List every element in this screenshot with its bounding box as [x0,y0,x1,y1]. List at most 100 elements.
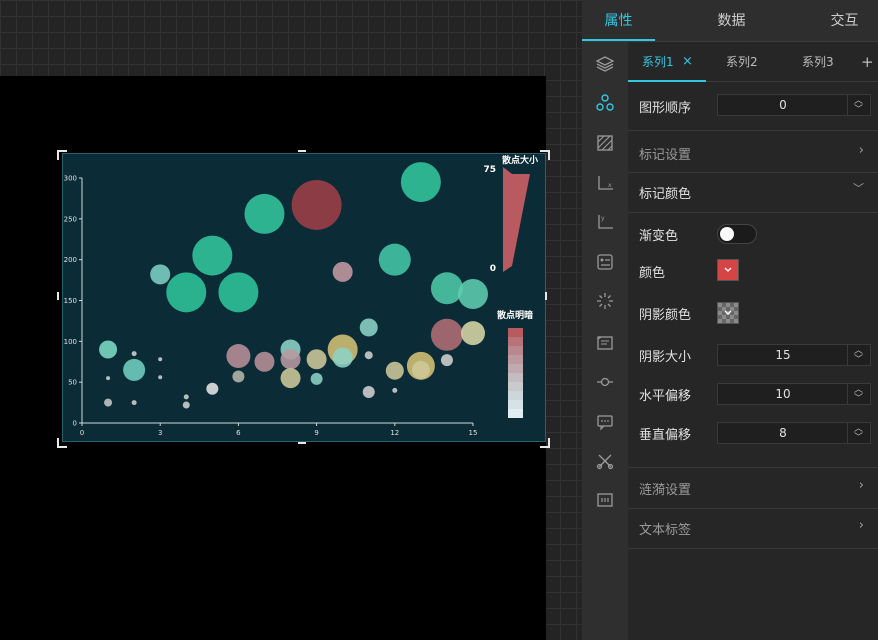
y-tick-label: 0 [73,420,77,428]
size-legend-min: 0 [490,264,496,274]
scatter-point [182,401,190,409]
scatter-icon[interactable] [595,93,615,113]
scatter-point [150,264,171,285]
x-tick-label: 0 [80,429,84,437]
v-offset-value: 8 [779,426,787,440]
shade-legend-scale[interactable] [508,328,523,418]
tab-data[interactable]: 数据 [695,0,768,42]
mark-color-section[interactable]: 标记颜色 [639,183,691,202]
scatter-point [392,387,398,393]
scatter-point [458,278,488,309]
scatter-point [158,357,163,362]
divider [628,467,878,468]
bubble-chart: 0 3 6 9 12 15050100150200250300 散点大小 75 0 散点明… [64,154,538,437]
scatter-point [359,318,378,337]
chevron-right-icon[interactable]: › [859,478,864,493]
order-label: 图形顺序 [639,101,692,116]
scatter-point [218,272,259,313]
chevron-right-icon[interactable]: › [859,518,864,533]
y-tick-label: 150 [64,297,77,305]
slider-icon[interactable] [595,372,615,392]
scatter-point [232,370,245,383]
scatter-point [291,179,342,230]
scatter-point [306,349,327,370]
scatter-point [226,344,251,369]
shade-legend-step [508,355,523,364]
resize-handle-right[interactable] [545,292,547,300]
divider [628,548,878,549]
size-legend-wedge[interactable] [503,167,530,272]
scatter-point [254,351,275,372]
mark-settings-section[interactable]: 标记设置 [639,144,691,163]
divider [628,130,878,131]
h-offset-stepper[interactable]: ︿ ﹀ [847,384,870,404]
scatter-point [280,368,301,389]
scatter-point [280,349,301,370]
order-stepper[interactable]: ︿ ﹀ [847,95,870,115]
scatter-point [378,243,411,276]
tab-properties[interactable]: 属性 [582,0,655,42]
h-offset-input[interactable]: 10 ︿ ﹀ [717,383,871,405]
order-input[interactable]: 0 ︿ ﹀ [717,94,871,116]
scatter-point [364,351,373,360]
gradient-label: 渐变色 [639,229,679,244]
loading-icon[interactable] [595,291,615,311]
scatter-point [332,261,353,282]
property-icon-bar: x y [582,42,628,640]
scatter-point [440,354,453,367]
color-label: 颜色 [639,266,666,281]
tools-icon[interactable] [595,451,615,471]
layers-icon[interactable] [595,54,615,74]
scatter-point [332,347,353,368]
resize-handle-bottom[interactable] [298,442,306,444]
text-label-section[interactable]: 文本标签 [639,519,691,538]
order-value: 0 [779,98,787,112]
legend-icon[interactable] [595,252,615,272]
shade-legend-step [508,346,523,355]
x-tick-label: 6 [236,429,241,437]
y-axis-icon[interactable]: y [595,212,615,232]
gradient-toggle[interactable] [717,224,757,244]
add-series-icon[interactable]: + [861,42,874,82]
x-tick-label: 12 [390,429,399,437]
scatter-point [385,361,404,380]
scatter-point [192,235,233,276]
size-legend-max: 75 [483,165,496,175]
scatter-point [310,372,323,385]
tooltip-icon[interactable] [595,333,615,353]
v-offset-input[interactable]: 8 ︿ ﹀ [717,422,871,444]
shade-legend-step [508,328,523,337]
shadow-size-stepper[interactable]: ︿ ﹀ [847,345,870,365]
shadow-size-value: 15 [775,348,791,362]
shadow-size-label: 阴影大小 [639,350,692,365]
shade-legend-step [508,400,523,409]
series-tab-1[interactable]: 系列1 [642,42,674,82]
divider [628,172,878,173]
series-tab-2[interactable]: 系列2 [726,42,758,82]
series-tab-3[interactable]: 系列3 [802,42,834,82]
scatter-point [461,321,485,346]
mark-color-swatch[interactable] [717,259,739,281]
tab-interaction[interactable]: 交互 [808,0,878,42]
texture-icon[interactable] [595,133,615,153]
svg-text:x: x [608,182,612,189]
ripple-section[interactable]: 涟漪设置 [639,479,691,498]
scatter-point [244,193,285,234]
v-offset-stepper[interactable]: ︿ ﹀ [847,423,870,443]
shadow-color-swatch[interactable] [717,302,739,324]
series-tabs: 系列1 × 系列2 系列3 + [628,42,878,82]
scatter-point [430,272,463,305]
divider [628,508,878,509]
message-icon[interactable] [595,412,615,432]
chart-legends: 散点大小 75 0 散点明暗 [483,154,538,418]
chevron-down-icon [724,310,732,315]
scatter-point [123,358,146,381]
y-tick-label: 200 [64,256,77,264]
shadow-size-input[interactable]: 15 ︿ ﹀ [717,344,871,366]
table-icon[interactable] [595,490,615,510]
chart-bubbles [99,162,488,409]
chevron-right-icon[interactable]: › [859,143,864,158]
chevron-down-icon[interactable]: ﹀ [853,180,864,196]
x-axis-icon[interactable]: x [595,173,615,193]
series-close-icon[interactable]: × [682,42,693,82]
